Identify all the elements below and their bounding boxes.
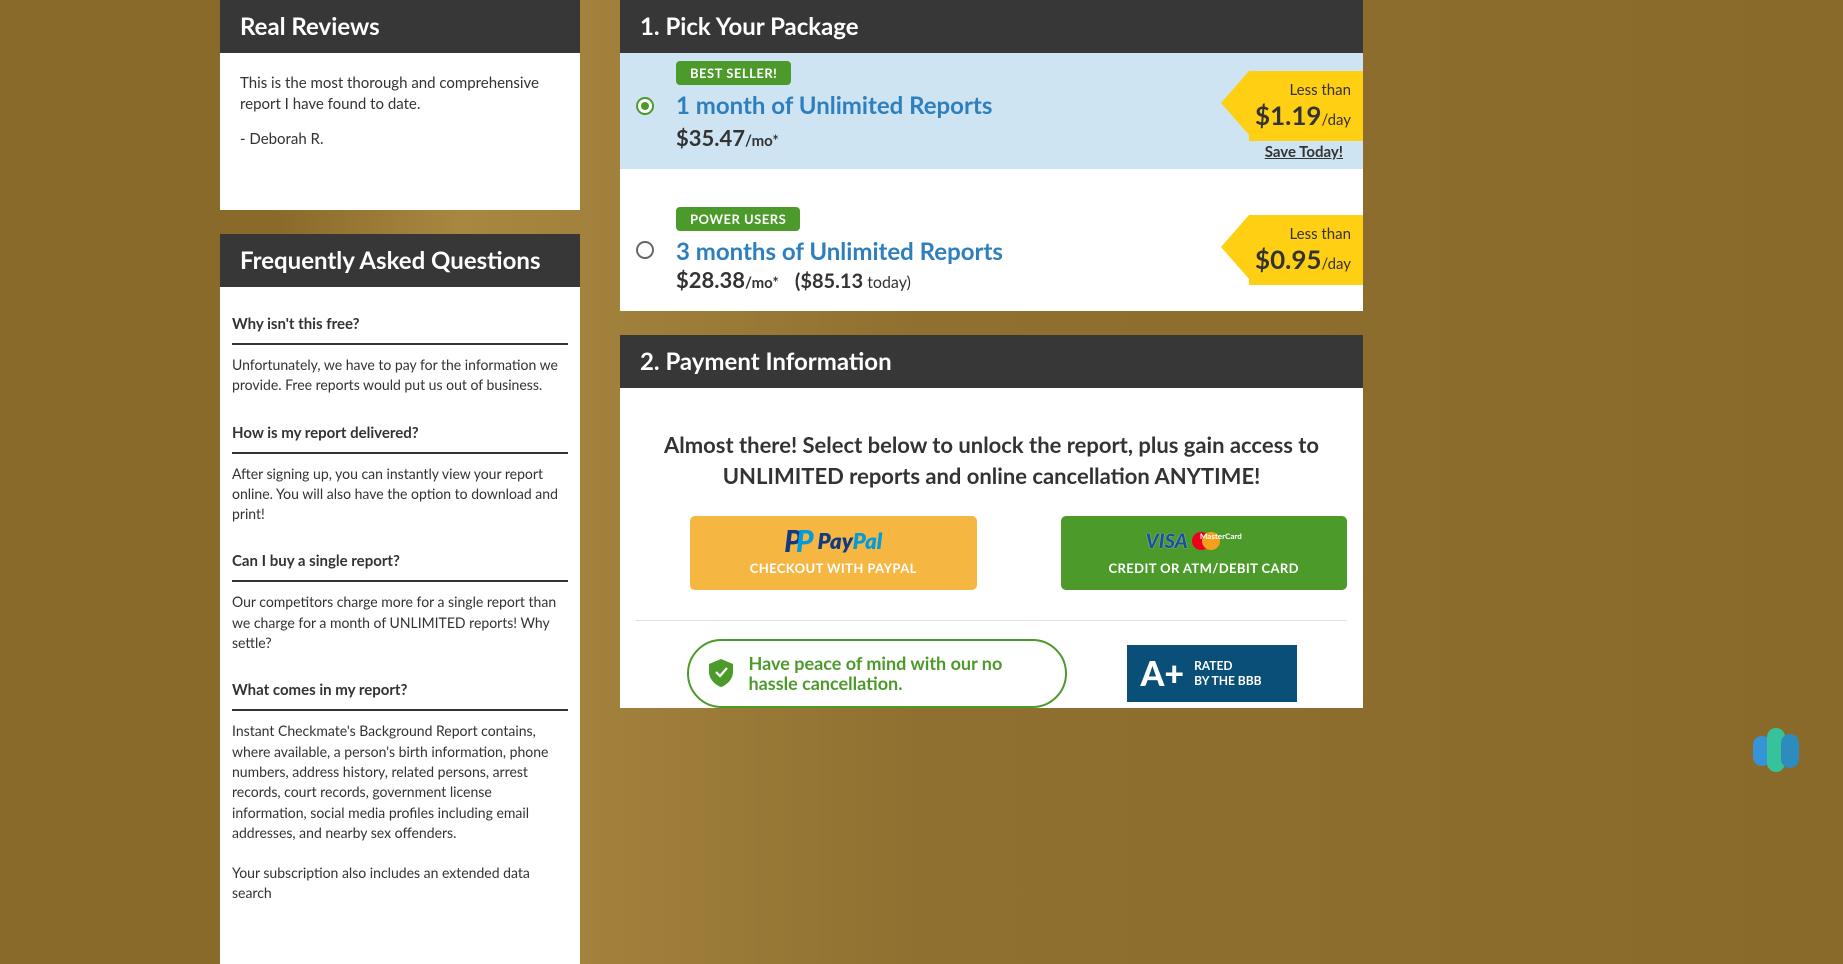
cancellation-text: Have peace of mind with our no hassle ca… xyxy=(749,653,1037,694)
package-option-3month[interactable]: POWER USERS 3 months of Unlimited Report… xyxy=(620,199,1363,311)
faq-answer: Instant Checkmate's Background Report co… xyxy=(232,711,568,853)
package-title: 1 month of Unlimited Reports xyxy=(676,91,1249,120)
review-author: - Deborah R. xyxy=(240,129,560,150)
faq-trailing-text: Your subscription also includes an exten… xyxy=(232,853,568,914)
faq-question: Can I buy a single report? xyxy=(232,534,568,582)
bbb-badge: A+ RATED BY THE BBB xyxy=(1127,645,1297,702)
radio-icon[interactable] xyxy=(1007,539,1021,553)
radio-icon[interactable] xyxy=(636,539,650,553)
best-seller-badge: BEST SELLER! xyxy=(676,61,791,85)
package-price: $35.47/mo* xyxy=(676,124,1249,151)
payment-card: 2. Payment Information Almost there! Sel… xyxy=(620,335,1363,708)
package-header: 1. Pick Your Package xyxy=(620,0,1363,53)
package-price: $28.38/mo* xyxy=(676,266,779,293)
faq-question: How is my report delivered? xyxy=(232,406,568,454)
package-option-1month[interactable]: BEST SELLER! 1 month of Unlimited Report… xyxy=(620,53,1363,169)
paypal-button[interactable]: PP PayPal CHECKOUT WITH PAYPAL xyxy=(690,516,977,590)
faq-card: Frequently Asked Questions Why isn't thi… xyxy=(220,234,580,964)
review-text: This is the most thorough and comprehens… xyxy=(240,73,560,115)
package-card: 1. Pick Your Package BEST SELLER! 1 mont… xyxy=(620,0,1363,311)
cancellation-pill: Have peace of mind with our no hassle ca… xyxy=(687,639,1067,708)
payment-header: 2. Payment Information xyxy=(620,335,1363,388)
card-logos-icon: VISA MasterCard xyxy=(1081,528,1328,554)
faq-question: Why isn't this free? xyxy=(232,305,568,345)
save-today-link[interactable]: Save Today! xyxy=(1265,143,1343,161)
package-title: 3 months of Unlimited Reports xyxy=(676,237,1249,266)
radio-icon[interactable] xyxy=(636,97,654,115)
real-reviews-header: Real Reviews xyxy=(220,0,580,53)
payment-intro-text: Almost there! Select below to unlock the… xyxy=(620,388,1363,516)
faq-question: What comes in my report? xyxy=(232,663,568,711)
bbb-grade: A+ xyxy=(1141,653,1185,694)
price-per-day-tag: Less than $0.95/day xyxy=(1249,215,1363,285)
faq-header: Frequently Asked Questions xyxy=(220,234,580,287)
faq-answer: Our competitors charge more for a single… xyxy=(232,582,568,663)
paypal-logo-icon: PP PayPal xyxy=(710,528,957,554)
paypal-button-label: CHECKOUT WITH PAYPAL xyxy=(710,560,957,576)
real-reviews-card: Real Reviews This is the most thorough a… xyxy=(220,0,580,210)
credit-card-button-label: CREDIT OR ATM/DEBIT CARD xyxy=(1081,560,1328,576)
shield-icon xyxy=(709,659,733,687)
package-today-price: ($85.13 today) xyxy=(795,269,911,293)
faq-answer: After signing up, you can instantly view… xyxy=(232,454,568,535)
radio-icon[interactable] xyxy=(636,241,654,259)
floating-widget-icon[interactable] xyxy=(1753,728,1799,772)
bbb-text: RATED BY THE BBB xyxy=(1194,658,1261,688)
power-users-badge: POWER USERS xyxy=(676,207,800,231)
faq-answer: Unfortunately, we have to pay for the in… xyxy=(232,345,568,406)
credit-card-button[interactable]: VISA MasterCard CREDIT OR ATM/DEBIT CARD xyxy=(1061,516,1348,590)
price-per-day-tag: Less than $1.19/day xyxy=(1249,71,1363,141)
